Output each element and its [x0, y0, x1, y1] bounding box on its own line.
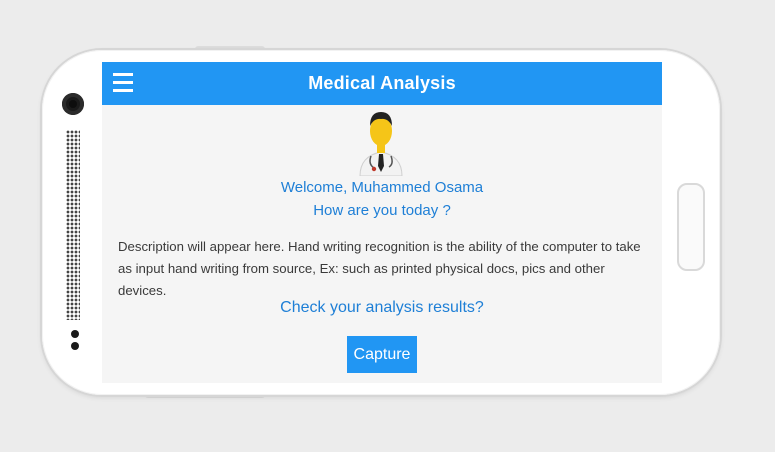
device-mockup: Medical Analysis Welcome, Muhammed Osama… — [0, 0, 775, 452]
check-results-link[interactable]: Check your analysis results? — [102, 299, 662, 317]
welcome-text: Welcome, Muhammed Osama — [280, 179, 484, 196]
capture-button[interactable]: Capture — [347, 336, 417, 373]
greeting-text: How are you today ? — [313, 202, 451, 219]
sensor-dot — [71, 342, 79, 350]
sensor-dot — [71, 330, 79, 338]
app-screen: Medical Analysis Welcome, Muhammed Osama… — [102, 62, 662, 383]
home-button[interactable] — [677, 183, 705, 271]
app-title: Medical Analysis — [308, 73, 456, 93]
front-camera — [62, 93, 84, 115]
description-text: Description will appear here. Hand writi… — [118, 239, 641, 298]
speaker-grille — [66, 130, 80, 320]
app-bar: Medical Analysis — [102, 62, 662, 105]
doctor-avatar-icon — [359, 112, 403, 176]
welcome-block: Welcome, Muhammed Osama How are you toda… — [102, 176, 662, 222]
